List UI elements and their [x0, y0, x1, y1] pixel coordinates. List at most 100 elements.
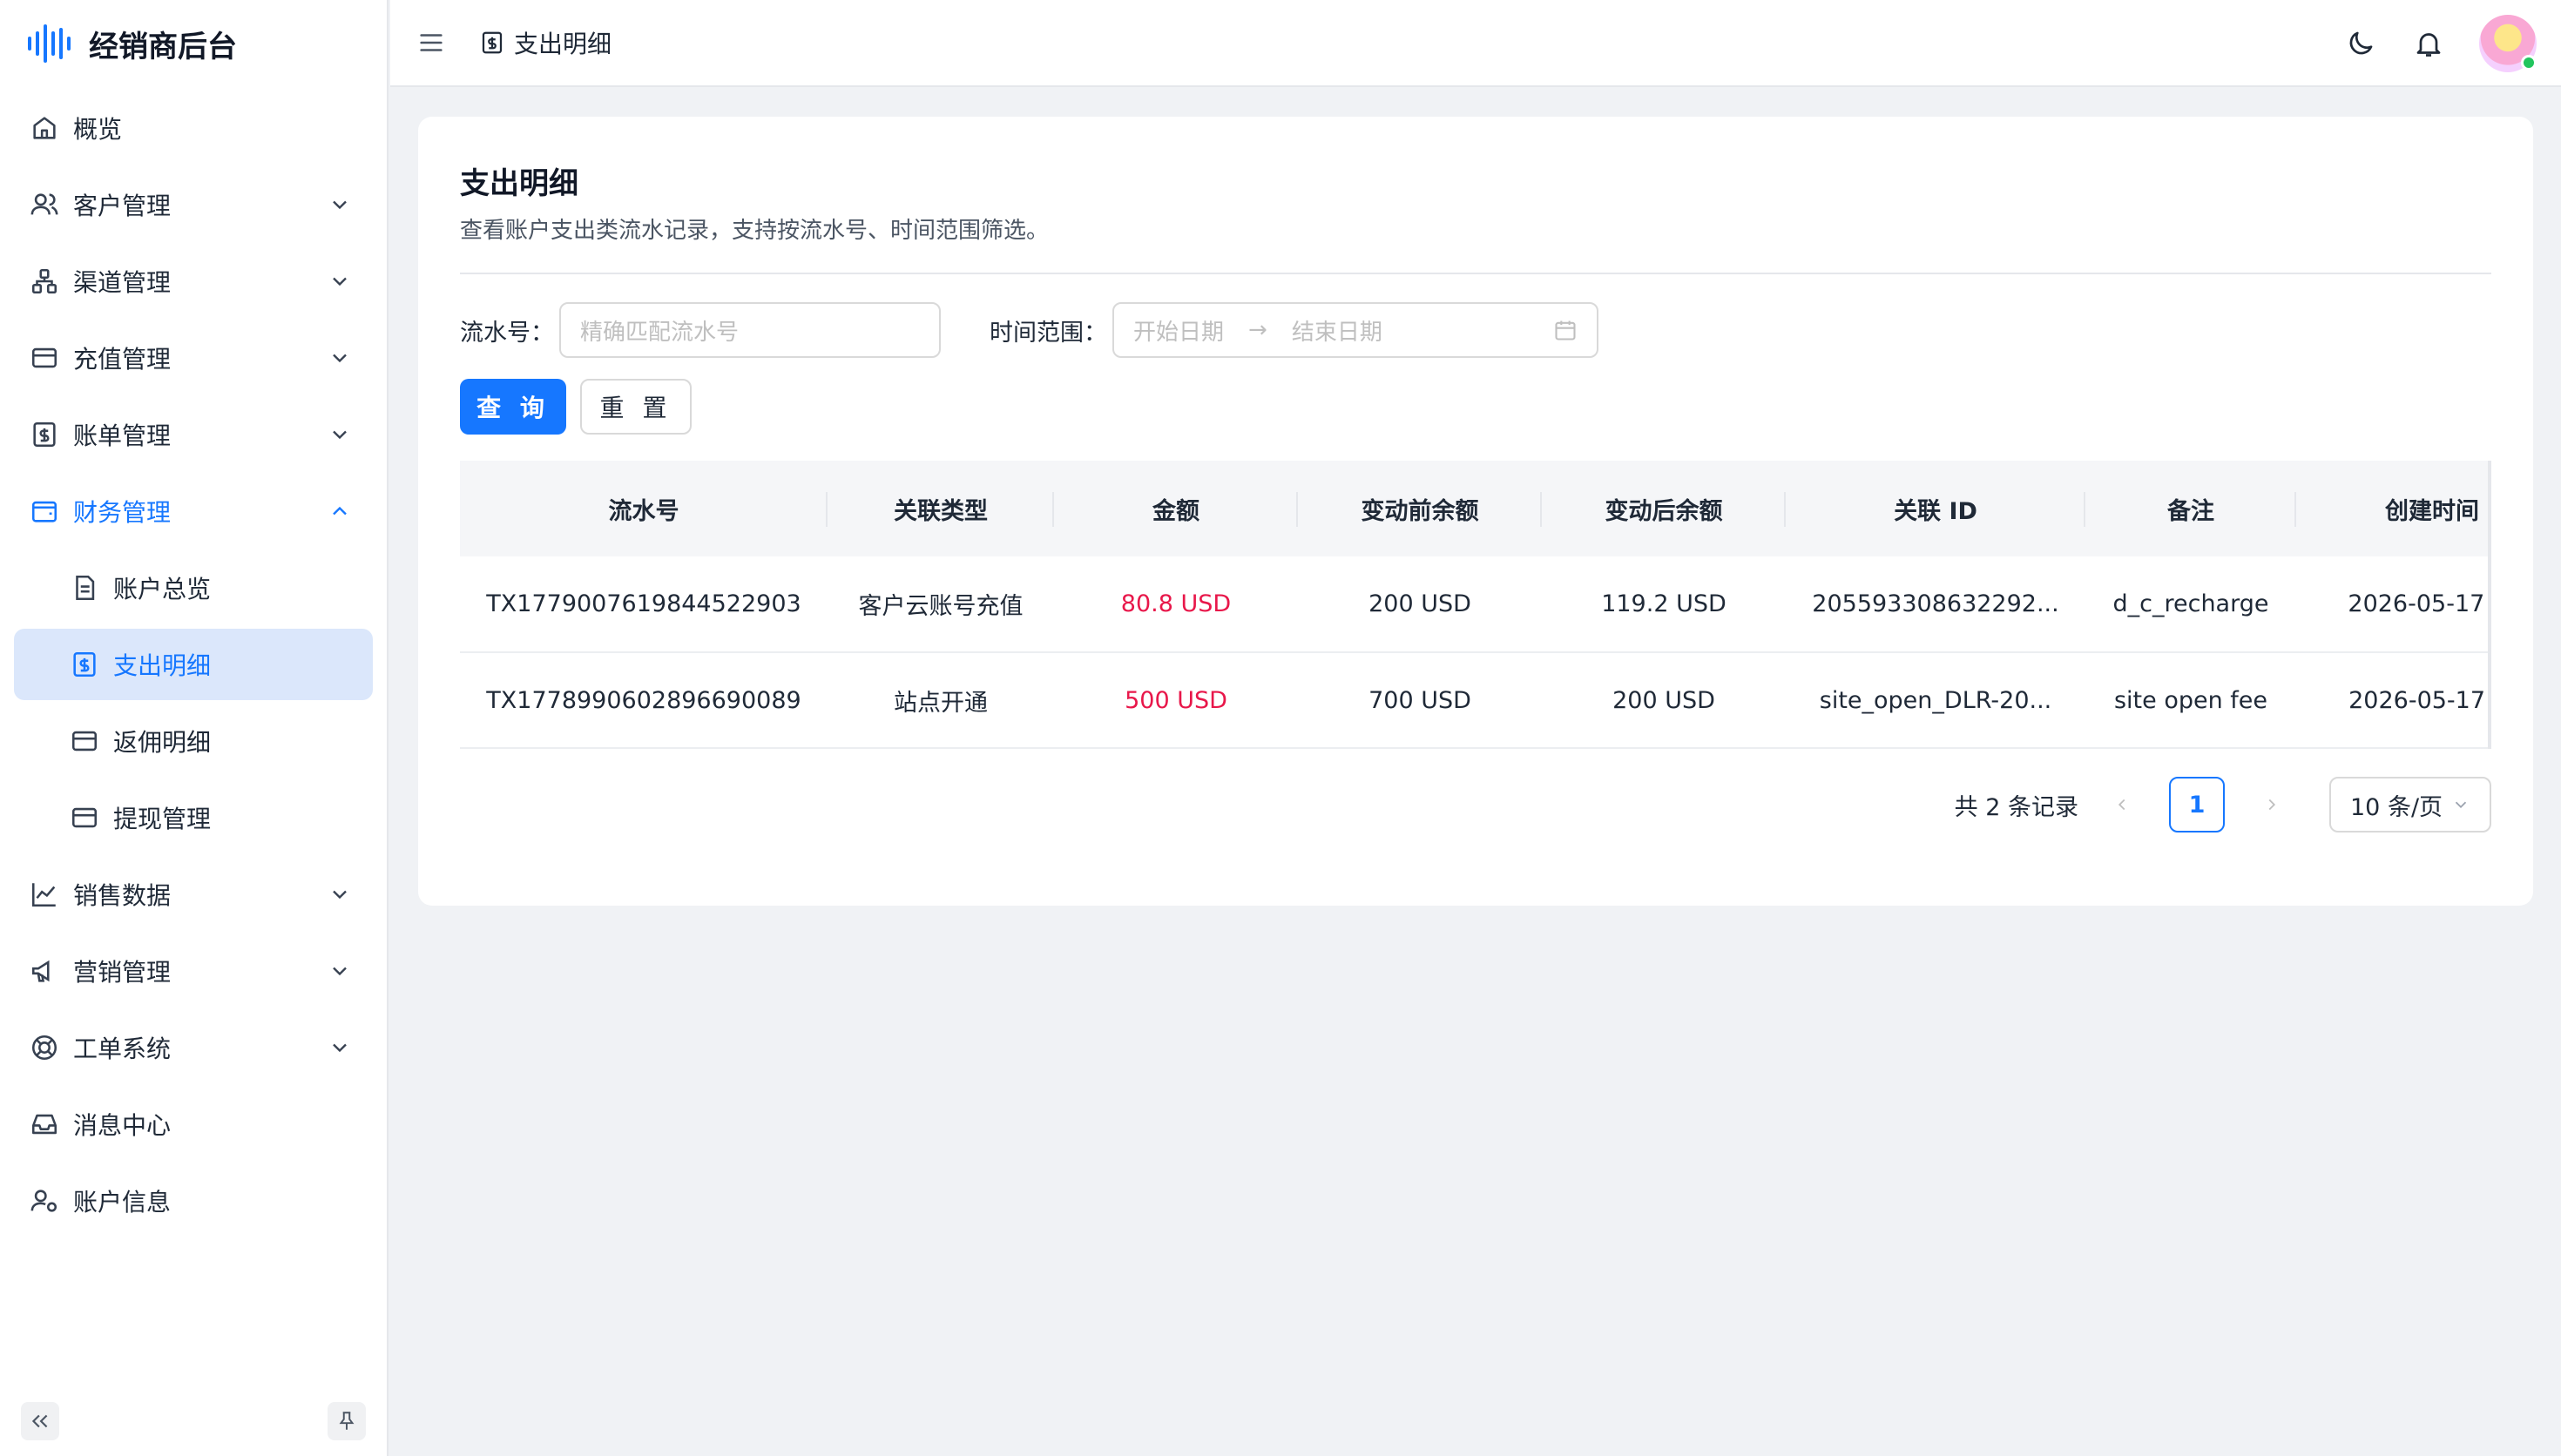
brand[interactable]: 经销商后台	[0, 0, 387, 87]
receipt-icon	[33, 421, 56, 448]
page-title: 支出明细	[460, 166, 578, 201]
column-header: 变动后余额	[1542, 461, 1786, 556]
type-cell: 客户云账号充值	[828, 556, 1054, 653]
table-container[interactable]: 流水号 关联类型 金额 变动前余额 变动后余额 关联 ID 备注 创建时间 TX…	[460, 461, 2491, 749]
page-description: 查看账户支出类流水记录，支持按流水号、时间范围筛选。	[460, 218, 1050, 244]
sidebar-item-account-info[interactable]: 账户信息	[14, 1165, 373, 1237]
query-button[interactable]: 查 询	[460, 379, 566, 435]
card-icon	[31, 347, 57, 368]
sidebar-item-label: 账户总览	[113, 575, 212, 603]
amount-cell: 500 USD	[1054, 652, 1298, 749]
sidebar-item-tickets[interactable]: 工单系统	[14, 1012, 373, 1083]
sidebar-item-label: 渠道管理	[73, 268, 172, 297]
divider	[460, 273, 2491, 274]
card-icon	[71, 807, 98, 828]
start-date-placeholder[interactable]: 开始日期	[1133, 314, 1224, 347]
sidebar-item-messages[interactable]: 消息中心	[14, 1089, 373, 1160]
serial-cell: TX1778990602896690089	[460, 652, 828, 749]
document-icon	[76, 575, 95, 601]
bell-icon	[2416, 33, 2441, 57]
sidebar-item-recharge[interactable]: 充值管理	[14, 322, 373, 394]
date-range-picker[interactable]: 开始日期 → 结束日期	[1112, 302, 1598, 358]
sidebar-item-label: 概览	[73, 115, 123, 144]
user-avatar[interactable]	[2479, 15, 2537, 72]
sidebar-item-marketing[interactable]: 营销管理	[14, 935, 373, 1007]
chevron-down-icon	[2455, 801, 2467, 809]
sidebar: 经销商后台 概览 客户管理 渠道管理 充值管理 账单管理 财务管理 账户总览 支…	[0, 0, 389, 1456]
notifications-button[interactable]	[2409, 24, 2448, 63]
range-label: 时间范围：	[990, 319, 1107, 347]
expense-table: 流水号 关联类型 金额 变动前余额 变动后余额 关联 ID 备注 创建时间 TX…	[460, 461, 2491, 749]
next-page-button[interactable]	[2254, 787, 2289, 822]
sidebar-item-channels[interactable]: 渠道管理	[14, 246, 373, 317]
serial-cell: TX1779007619844522903	[460, 556, 828, 653]
sidebar-item-label: 返佣明细	[113, 728, 212, 757]
table-row[interactable]: TX1779007619844522903 客户云账号充值 80.8 USD 2…	[460, 556, 2491, 653]
chevron-down-icon	[333, 200, 347, 210]
related-id-cell: site_open_DLR-20...	[1786, 652, 2085, 749]
sidebar-item-label: 账单管理	[73, 421, 172, 450]
column-header: 备注	[2085, 461, 2296, 556]
sidebar-item-label: 销售数据	[73, 881, 172, 910]
sidebar-menu: 概览 客户管理 渠道管理 充值管理 账单管理 财务管理 账户总览 支出明细 返佣…	[0, 92, 387, 1237]
page-size-select[interactable]: 10 条/页	[2329, 777, 2491, 832]
dollar-doc-icon	[73, 651, 96, 677]
sidebar-item-sales-data[interactable]: 销售数据	[14, 859, 373, 930]
serial-label: 流水号：	[460, 319, 554, 347]
column-header: 金额	[1054, 461, 1298, 556]
card-icon	[71, 731, 98, 752]
chevron-down-icon	[333, 354, 347, 363]
moon-icon	[2349, 31, 2373, 55]
logo-icon	[28, 24, 71, 63]
created-at-cell: 2026-05-17 1(	[2296, 556, 2491, 653]
arrow-right-icon: →	[1248, 317, 1267, 343]
top-header: 支出明细	[390, 0, 2561, 87]
chart-line-icon	[31, 883, 56, 907]
sidebar-item-expense-details[interactable]: 支出明细	[14, 629, 373, 700]
amount-cell: 80.8 USD	[1054, 556, 1298, 653]
sidebar-item-commission-details[interactable]: 返佣明细	[14, 705, 373, 777]
theme-toggle-button[interactable]	[2341, 24, 2380, 63]
sidebar-item-account-overview[interactable]: 账户总览	[14, 552, 373, 624]
pin-icon	[339, 1412, 355, 1430]
menu-icon[interactable]	[416, 28, 446, 57]
balance-after-cell: 119.2 USD	[1542, 556, 1786, 653]
chevron-down-icon	[333, 277, 347, 286]
remark-cell: d_c_recharge	[2085, 556, 2296, 653]
created-at-cell: 2026-05-17 1:	[2296, 652, 2491, 749]
sidebar-item-overview[interactable]: 概览	[14, 92, 373, 164]
sidebar-item-label: 账户信息	[73, 1188, 172, 1217]
calendar-icon	[1555, 320, 1576, 340]
sidebar-item-finance[interactable]: 财务管理	[14, 475, 373, 547]
network-icon	[31, 268, 57, 294]
table-header-row: 流水号 关联类型 金额 变动前余额 变动后余额 关联 ID 备注 创建时间	[460, 461, 2491, 556]
prev-page-button[interactable]	[2105, 787, 2139, 822]
horizontal-scroll-edge	[2488, 461, 2491, 749]
total-records: 共 2 条记录	[1954, 793, 2078, 821]
balance-before-cell: 700 USD	[1298, 652, 1542, 749]
dollar-doc-icon	[482, 31, 503, 54]
user-settings-icon	[30, 1190, 57, 1212]
sidebar-item-label: 财务管理	[73, 498, 172, 527]
chevron-up-icon	[333, 506, 347, 516]
sidebar-footer	[0, 1386, 387, 1456]
reset-button[interactable]: 重 置	[580, 379, 692, 435]
home-icon	[33, 117, 56, 139]
page-size-value: 10 条/页	[2350, 793, 2443, 821]
pagination: 共 2 条记录 1 10 条/页	[460, 777, 2491, 832]
sidebar-item-customers[interactable]: 客户管理	[14, 169, 373, 240]
sidebar-item-withdrawals[interactable]: 提现管理	[14, 782, 373, 853]
pin-sidebar-button[interactable]	[328, 1402, 366, 1440]
sidebar-item-billing[interactable]: 账单管理	[14, 399, 373, 470]
collapse-sidebar-button[interactable]	[21, 1402, 59, 1440]
serial-input[interactable]: 精确匹配流水号	[559, 302, 941, 358]
users-icon	[30, 193, 58, 215]
column-header: 关联 ID	[1786, 461, 2085, 556]
column-header: 关联类型	[828, 461, 1054, 556]
page-number-current[interactable]: 1	[2169, 777, 2225, 832]
chevron-right-icon	[2268, 799, 2276, 811]
end-date-placeholder[interactable]: 结束日期	[1292, 314, 1382, 347]
filter-bar: 流水号： 精确匹配流水号 时间范围： 开始日期 → 结束日期	[460, 302, 2491, 358]
table-row[interactable]: TX1778990602896690089 站点开通 500 USD 700 U…	[460, 652, 2491, 749]
content-card: 支出明细 查看账户支出类流水记录，支持按流水号、时间范围筛选。 流水号： 精确匹…	[418, 117, 2533, 906]
